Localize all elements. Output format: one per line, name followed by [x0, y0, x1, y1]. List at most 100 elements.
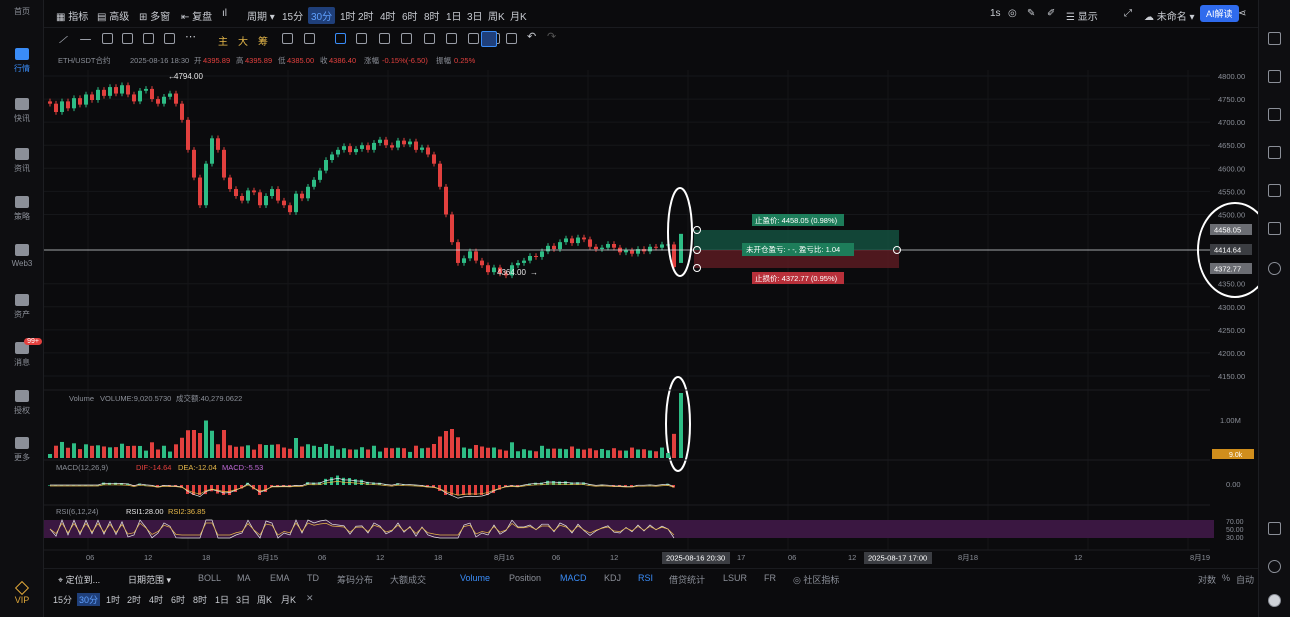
bottom-interval-15m[interactable]: 15分	[53, 593, 72, 606]
indicator-macd[interactable]: MACD	[560, 573, 587, 583]
indicator-fr[interactable]: FR	[764, 573, 776, 583]
chart-svg[interactable]: ETH/USDT合约 2025-08-16 18:30 开 4395.89 高 …	[44, 50, 1273, 564]
support-icon[interactable]	[1268, 560, 1281, 573]
main-chart-tool[interactable]: 主	[218, 33, 228, 48]
interval-1d[interactable]: 1日	[446, 8, 462, 23]
indicator-kdj[interactable]: KDJ	[604, 573, 621, 583]
bottom-interval-3d[interactable]: 3日	[236, 593, 250, 606]
close-icon[interactable]: ✕	[306, 593, 314, 604]
indicator-boll[interactable]: BOLL	[198, 573, 221, 583]
edit-icon[interactable]: ✐	[1047, 8, 1055, 19]
interval-week[interactable]: 周K	[488, 8, 505, 23]
percent-toggle[interactable]: %	[1222, 573, 1230, 583]
sidebar-item-web3[interactable]: Web3	[0, 244, 44, 268]
mascot-icon[interactable]	[1268, 594, 1281, 607]
auto-toggle[interactable]: 自动	[1236, 573, 1254, 586]
bottom-interval-2h[interactable]: 2时	[127, 593, 141, 606]
sidebar-item-assets[interactable]: 资产	[0, 294, 44, 320]
sidebar-item-messages[interactable]: 消息 99+	[0, 338, 44, 368]
sidebar-item-home[interactable]: 首页	[0, 6, 44, 17]
camera-icon[interactable]: ◎	[1008, 8, 1017, 19]
clipboard-icon[interactable]	[424, 33, 435, 44]
interval-1h[interactable]: 1时	[340, 8, 356, 23]
fullscreen-icon[interactable]: ⤢	[1124, 8, 1132, 19]
link-icon[interactable]	[401, 33, 412, 44]
trend-icon[interactable]	[1268, 108, 1281, 121]
interval-8h[interactable]: 8时	[424, 8, 440, 23]
bottom-interval-4h[interactable]: 4时	[149, 593, 163, 606]
indicator-lending[interactable]: 借贷统计	[669, 573, 705, 586]
tick-interval[interactable]: 1s	[990, 8, 1001, 19]
bottom-interval-1d[interactable]: 1日	[215, 593, 229, 606]
bottom-interval-6h[interactable]: 6时	[171, 593, 185, 606]
interval-30m[interactable]: 30分	[308, 7, 336, 24]
share-icon[interactable]: ⋖	[1238, 8, 1246, 19]
interval-month[interactable]: 月K	[510, 8, 527, 23]
big-order-tool[interactable]: 大	[238, 33, 248, 48]
more-icon[interactable]: ⋯	[185, 30, 196, 43]
indicator-ma[interactable]: MA	[237, 573, 251, 583]
bottom-interval-month[interactable]: 月K	[281, 593, 296, 606]
interval-2h[interactable]: 2时	[358, 8, 374, 23]
measure-icon[interactable]	[164, 33, 175, 44]
chips-tool[interactable]: 筹	[258, 33, 268, 48]
candle-type-icon[interactable]: ıl	[222, 8, 227, 19]
calendar-icon[interactable]	[1268, 222, 1281, 235]
layout-dropdown[interactable]: ☁ 未命名 ▾	[1144, 8, 1195, 23]
redo-icon[interactable]: ↷	[547, 30, 558, 43]
sidebar-item-strategy[interactable]: 策略	[0, 196, 44, 222]
indicator-lsur[interactable]: LSUR	[723, 573, 747, 583]
pencil-icon[interactable]	[356, 33, 367, 44]
vip-button[interactable]: VIP	[0, 580, 44, 605]
interval-15m[interactable]: 15分	[282, 8, 303, 23]
date-range-button[interactable]: 日期范围 ▾	[128, 573, 171, 586]
period-dropdown[interactable]: 周期 ▾	[247, 8, 275, 23]
sidebar-item-info[interactable]: 资讯	[0, 148, 44, 174]
trash-icon[interactable]	[506, 33, 517, 44]
bottom-interval-1h[interactable]: 1时	[106, 593, 120, 606]
indicator-volume[interactable]: Volume	[460, 573, 490, 583]
lock-icon[interactable]	[304, 33, 315, 44]
indicator-position[interactable]: Position	[509, 573, 541, 583]
sidebar-item-more[interactable]: 更多	[0, 437, 44, 463]
interval-6h[interactable]: 6时	[402, 8, 418, 23]
indicator-ema[interactable]: EMA	[270, 573, 290, 583]
indicator-td[interactable]: TD	[307, 573, 319, 583]
interval-4h[interactable]: 4时	[380, 8, 396, 23]
interval-3d[interactable]: 3日	[467, 8, 483, 23]
settings-icon[interactable]	[1268, 262, 1281, 275]
bottom-interval-8h[interactable]: 8时	[193, 593, 207, 606]
monitor-icon[interactable]	[1268, 146, 1281, 159]
brush-icon[interactable]	[143, 33, 154, 44]
bottom-interval-week[interactable]: 周K	[257, 593, 272, 606]
sidebar-item-market[interactable]: 行情	[0, 48, 44, 74]
locate-button[interactable]: ⌖ 定位到...	[58, 573, 100, 586]
lock-open-icon[interactable]	[446, 33, 457, 44]
indicator-community[interactable]: ◎ 社区指标	[793, 573, 839, 586]
indicator-rsi[interactable]: RSI	[638, 573, 653, 583]
eraser-icon[interactable]	[468, 33, 479, 44]
advanced-button[interactable]: ▤ 高级	[97, 8, 129, 23]
pen-icon[interactable]: ✎	[1027, 8, 1035, 19]
replay-button[interactable]: ⇤ 复盘	[181, 8, 212, 23]
multi-chart-button[interactable]: ⊞ 多窗	[139, 8, 170, 23]
display-button[interactable]: ☰ 显示	[1066, 8, 1098, 23]
orderbook-icon[interactable]	[1268, 32, 1281, 45]
magnet-icon[interactable]	[282, 33, 293, 44]
panel-icon[interactable]	[1268, 522, 1281, 535]
chart-area[interactable]: ETH/USDT合约 2025-08-16 18:30 开 4395.89 高 …	[44, 50, 1273, 564]
horizontal-line-icon[interactable]	[80, 39, 91, 40]
parallel-lines-icon[interactable]	[102, 33, 113, 44]
indicators-button[interactable]: ▦ 指标	[56, 8, 88, 23]
indicator-big-trades[interactable]: 大额成交	[390, 573, 426, 586]
sidebar-item-authorize[interactable]: 授权	[0, 390, 44, 416]
layers-icon[interactable]	[1268, 184, 1281, 197]
indicator-chips[interactable]: 筹码分布	[337, 573, 373, 586]
ruler-icon[interactable]	[379, 33, 390, 44]
trendline-icon[interactable]	[58, 35, 69, 44]
log-toggle[interactable]: 对数	[1198, 573, 1216, 586]
ai-button[interactable]: AI解读	[1200, 5, 1239, 22]
fibonacci-icon[interactable]	[122, 33, 133, 44]
undo-icon[interactable]: ↶	[527, 30, 538, 43]
bottom-interval-30m[interactable]: 30分	[77, 593, 101, 606]
